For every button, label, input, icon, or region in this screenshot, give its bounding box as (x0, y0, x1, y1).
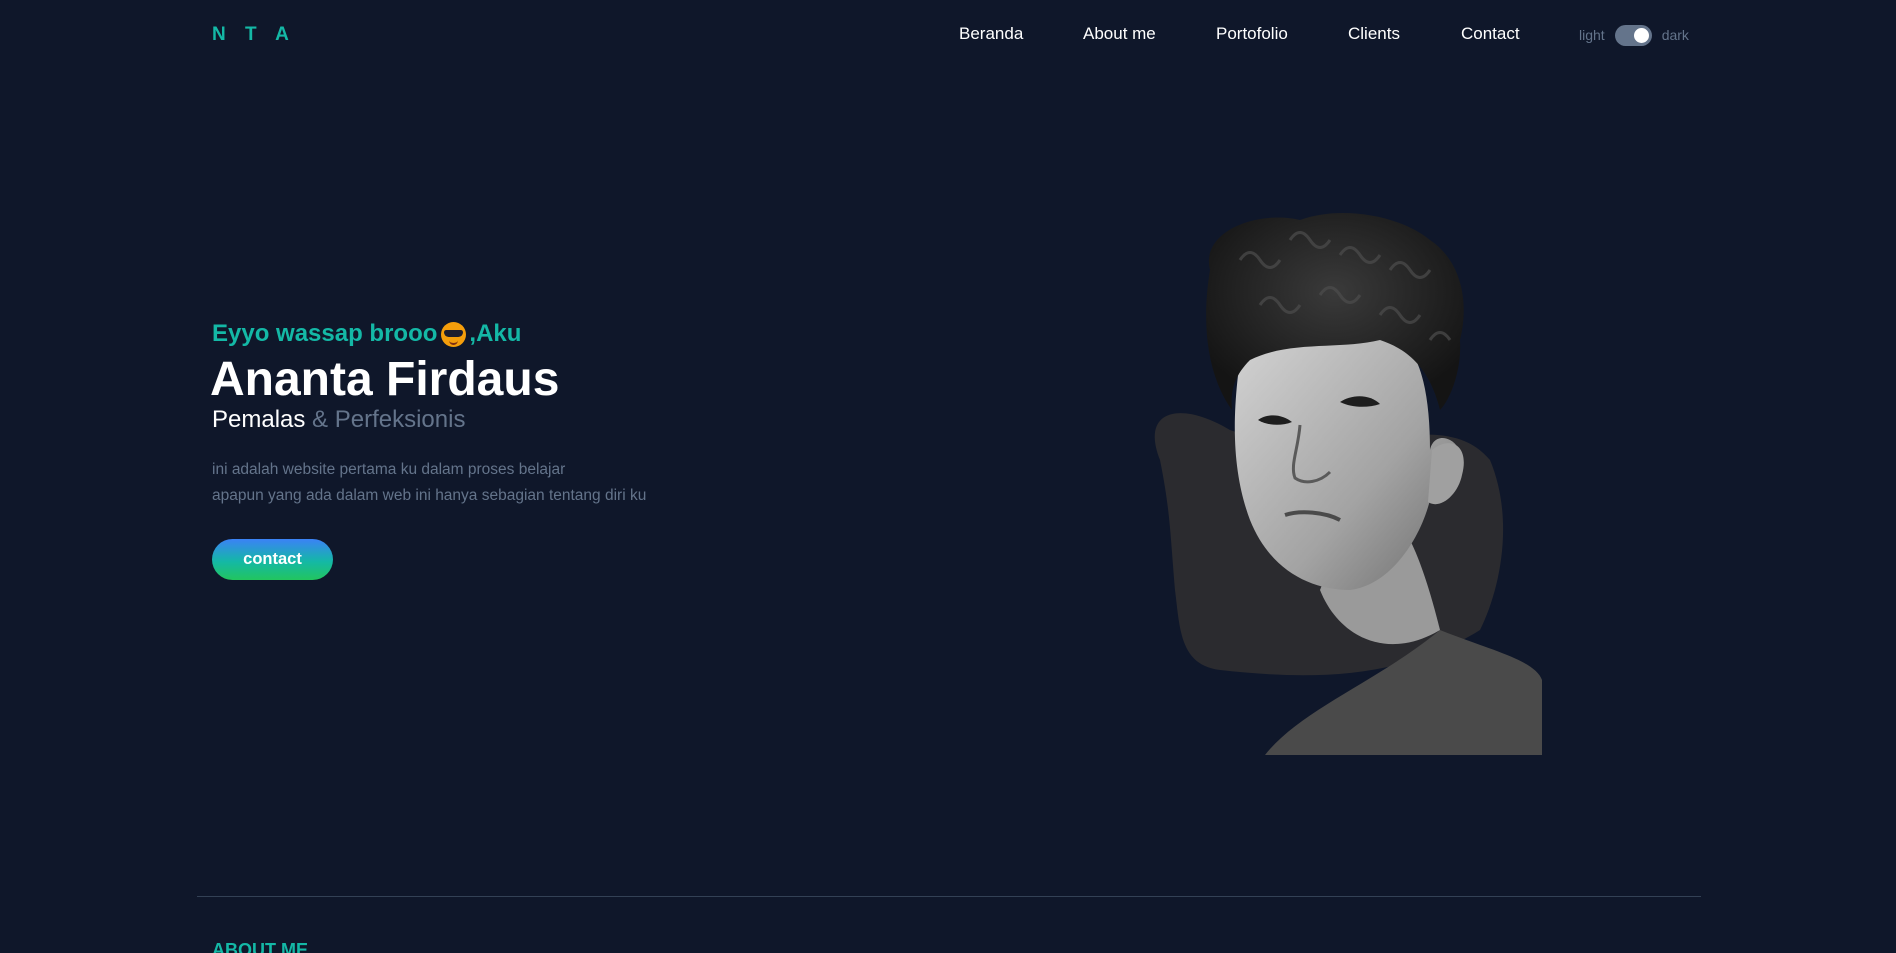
about-section-title: ABOUT ME (212, 940, 308, 953)
role-primary: Pemalas (212, 406, 306, 433)
section-divider (197, 896, 1701, 897)
contact-button[interactable]: contact (212, 539, 333, 580)
theme-switch[interactable] (1614, 24, 1652, 46)
greeting-suffix: ,Aku (469, 320, 522, 347)
theme-dark-label: dark (1661, 27, 1689, 43)
role-secondary: & Perfeksionis (305, 406, 466, 433)
hero-name: Ananta Firdaus (210, 353, 560, 406)
description-line-1: ini adalah website pertama ku dalam pros… (212, 461, 566, 478)
logo[interactable]: N T A (212, 24, 296, 46)
nav-link-contact[interactable]: Contact (1461, 24, 1520, 44)
description-line-2: apapun yang ada dalam web ini hanya seba… (212, 487, 647, 504)
nav-link-beranda[interactable]: Beranda (959, 24, 1023, 44)
page: N T A Beranda About me Portofolio Client… (0, 0, 1896, 953)
hero-greeting: Eyyo wassap brooo ,Aku (212, 320, 521, 348)
nav-link-about-me[interactable]: About me (1083, 24, 1156, 44)
hero-description: ini adalah website pertama ku dalam pros… (212, 457, 646, 509)
hero-role: Pemalas & Perfeksionis (212, 406, 465, 434)
greeting-prefix: Eyyo wassap brooo (212, 320, 438, 347)
theme-light-label: light (1579, 27, 1605, 43)
navbar: N T A Beranda About me Portofolio Client… (0, 0, 1896, 70)
sunglasses-emoji-icon (441, 321, 467, 347)
theme-switch-knob (1633, 27, 1649, 43)
theme-toggle: light dark (1579, 24, 1689, 46)
portrait-image (1154, 212, 1542, 755)
nav-link-clients[interactable]: Clients (1348, 24, 1400, 44)
nav-link-portofolio[interactable]: Portofolio (1216, 24, 1288, 44)
